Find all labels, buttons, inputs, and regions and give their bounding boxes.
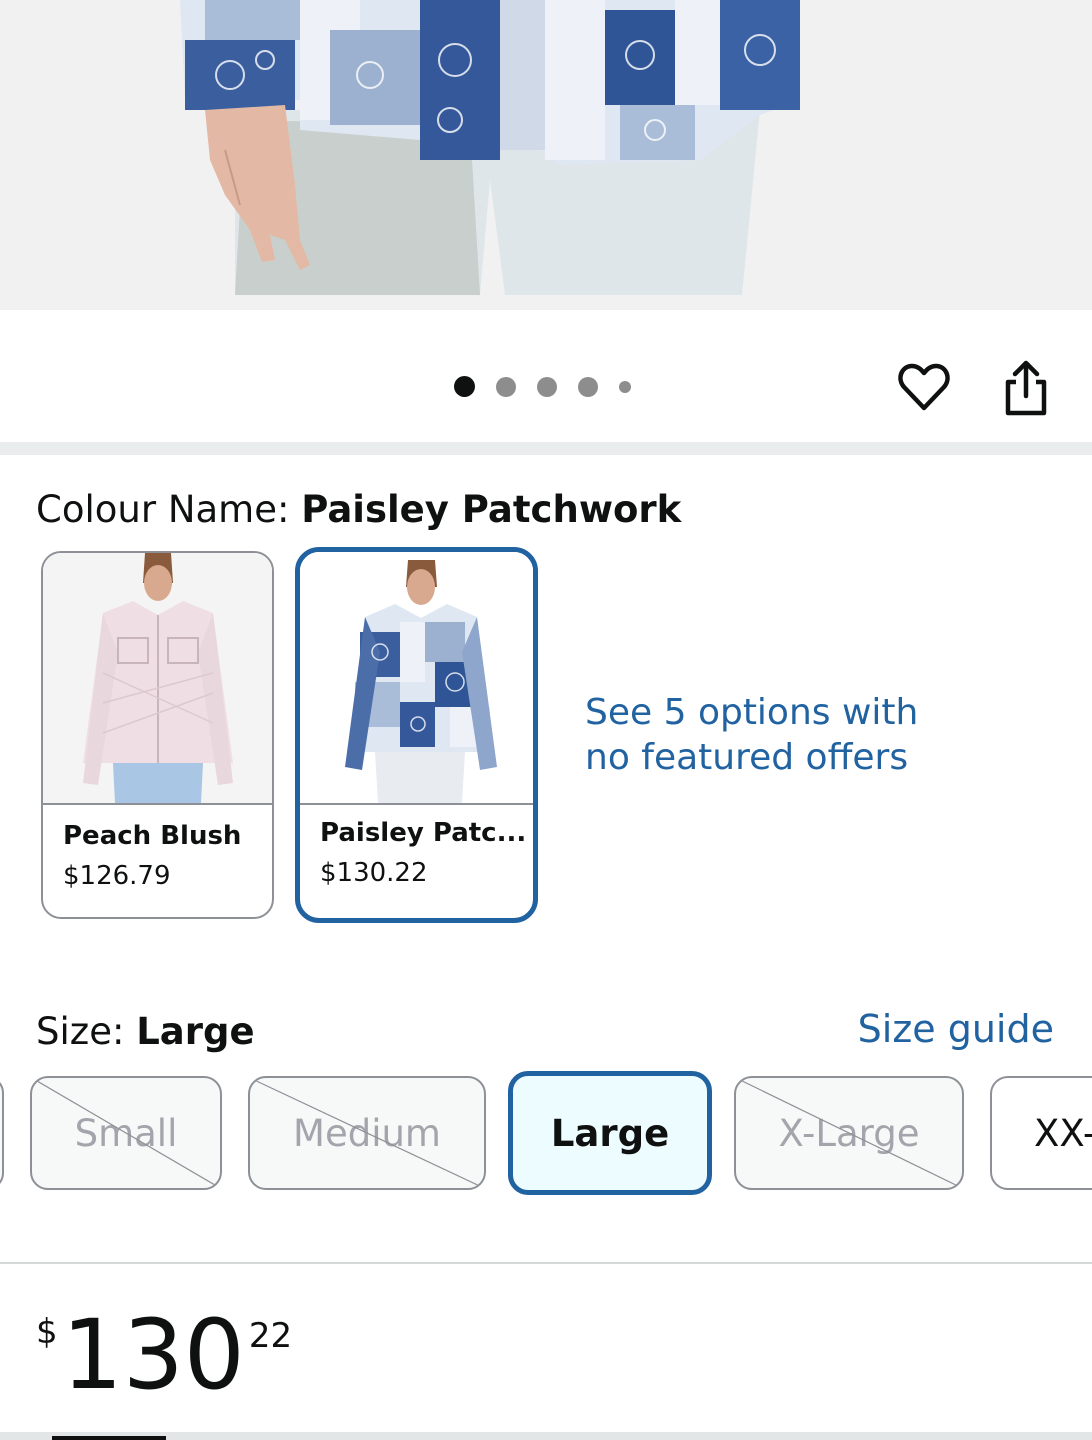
pager-dot-4[interactable] [578,376,598,397]
bottom-strip [0,1432,1092,1440]
size-label-prefix: Size: [36,1010,137,1053]
see-more-options-link[interactable]: See 5 options with no featured offers [585,690,965,780]
section-divider [0,1262,1092,1264]
swatch-price: $130.22 [320,858,428,888]
pager-dot-5[interactable] [619,380,631,393]
swatch-price: $126.79 [63,861,171,891]
peach-blush-jacket-thumbnail [43,553,272,803]
swatch-image [300,552,533,805]
colour-swatch-paisley-patchwork[interactable]: Paisley Patc... $130.22 [295,547,538,923]
price-whole: 130 [61,1299,245,1411]
product-image[interactable] [0,0,1092,310]
size-option-previous-partial[interactable] [0,1076,4,1190]
swatch-image [43,553,272,805]
unavailable-strike-icon [736,1078,962,1188]
bottom-indicator-bar [52,1436,166,1440]
unavailable-strike-icon [250,1078,484,1188]
paisley-patchwork-jacket-thumbnail [300,552,533,803]
size-option-label: XX- [1034,1111,1092,1155]
price-fraction: 22 [248,1316,293,1356]
swatch-name: Paisley Patc... [320,818,527,848]
size-label: Size: Large [36,1010,255,1053]
colour-label-prefix: Colour Name: [36,488,302,531]
size-option-label: Large [550,1111,670,1155]
unavailable-strike-icon [32,1078,220,1188]
image-pager-dots[interactable] [454,376,652,397]
share-icon [1005,360,1047,416]
colour-selected-value: Paisley Patchwork [301,488,682,531]
size-option-medium[interactable]: Medium [248,1076,486,1190]
size-option-small[interactable]: Small [30,1076,222,1190]
size-option-large[interactable]: Large [508,1071,712,1195]
size-guide-link[interactable]: Size guide [858,1007,1054,1051]
product-photo [0,0,1092,310]
swatch-name: Peach Blush [63,821,242,851]
share-button[interactable] [1000,358,1052,418]
size-option-x-large[interactable]: X-Large [734,1076,964,1190]
size-selected-value: Large [136,1010,255,1053]
pager-dot-2[interactable] [496,376,516,397]
product-price: $ 130 22 [36,1300,292,1410]
section-divider-band [0,442,1092,455]
price-currency-symbol: $ [36,1312,58,1352]
pager-dot-3[interactable] [537,376,557,397]
colour-swatch-peach-blush[interactable]: Peach Blush $126.79 [41,551,274,919]
colour-name-label: Colour Name: Paisley Patchwork [36,488,681,531]
wishlist-button[interactable] [896,360,952,416]
size-option-xx-large[interactable]: XX- [990,1076,1092,1190]
image-pager-row [0,310,1092,442]
heart-icon [898,363,950,411]
pager-dot-1[interactable] [454,376,475,397]
